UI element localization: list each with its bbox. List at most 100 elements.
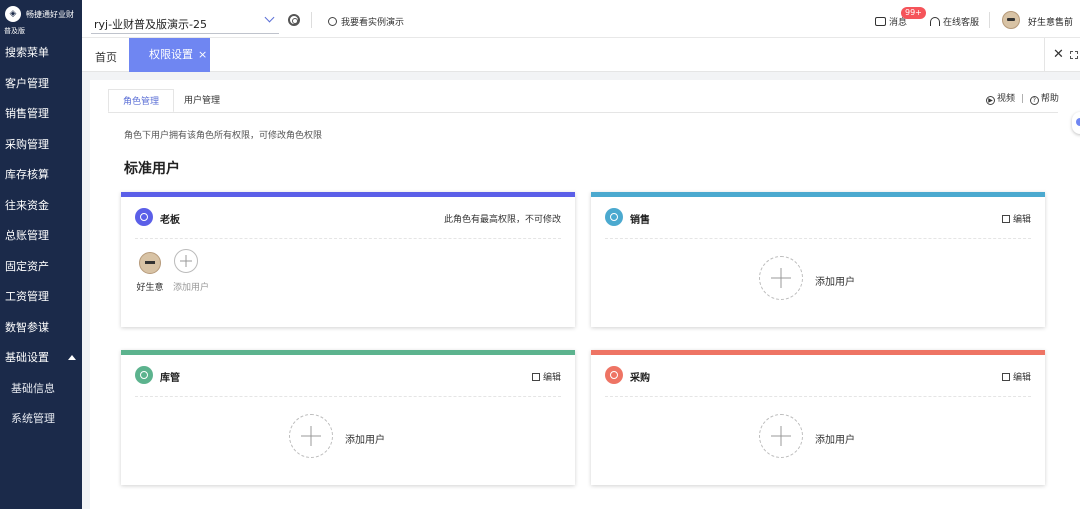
edit-label: 编辑	[1012, 373, 1031, 383]
card-accent-bar	[591, 192, 1045, 197]
gear-icon[interactable]	[288, 14, 300, 26]
card-header: 采购 编辑	[605, 366, 1031, 386]
edit-label: 编辑	[542, 373, 561, 383]
edit-label: 编辑	[1012, 215, 1031, 225]
sidebar-item-funds[interactable]: 往来资金	[0, 191, 82, 222]
headset-icon	[930, 17, 940, 26]
add-user-label: 添加用户	[815, 277, 855, 288]
sidebar-item-payroll[interactable]: 工资管理	[0, 282, 82, 313]
tabbar-actions: ✕	[1044, 38, 1080, 72]
card-header: 老板 此角色有最高权限，不可修改	[135, 208, 561, 228]
user-name: 好生意	[136, 283, 164, 293]
role-name: 库管	[160, 373, 180, 384]
card-accent-bar	[591, 350, 1045, 355]
divider	[605, 238, 1031, 239]
help-links: ▶ 视频 | ? 帮助	[986, 91, 1059, 105]
role-card-purchase: 采购 编辑 添加用户	[591, 350, 1045, 485]
role-name: 采购	[630, 373, 650, 384]
add-user-label: 添加用户	[173, 283, 210, 293]
sidebar: ◈ 畅捷通好业财 普及版 搜索菜单 客户管理 销售管理 采购管理 库存核算 往来…	[0, 0, 82, 509]
messages-label: 消息	[889, 18, 908, 28]
separator: |	[1020, 94, 1024, 104]
floating-assistant-button[interactable]	[1072, 112, 1080, 134]
plus-icon	[759, 414, 803, 458]
topbar: ryj-业财普及版演示-25 我要看实例演示 消息 99+ 在线客服 好生意售前	[82, 0, 1080, 38]
card-accent-bar	[121, 192, 575, 197]
edit-button[interactable]: 编辑	[1001, 370, 1031, 383]
plus-icon	[174, 249, 198, 273]
edit-button[interactable]: 编辑	[531, 370, 561, 383]
tab-home[interactable]: 首页	[95, 49, 117, 65]
planet-icon	[328, 17, 337, 26]
notice-text: 角色下用户拥有该角色所有权限，可修改角色权限	[124, 131, 323, 141]
role-card-sales: 销售 编辑 添加用户	[591, 192, 1045, 327]
fullscreen-icon[interactable]	[1070, 51, 1078, 59]
edit-icon	[1001, 373, 1010, 381]
plus-icon	[759, 256, 803, 300]
role-note: 此角色有最高权限，不可修改	[443, 215, 561, 225]
support-button[interactable]: 在线客服	[930, 15, 979, 28]
close-all-icon[interactable]: ✕	[1053, 47, 1064, 62]
role-name: 老板	[160, 215, 180, 226]
add-user-label: 添加用户	[815, 435, 855, 446]
divider	[135, 396, 561, 397]
brand-name: 畅捷通好业财	[26, 10, 74, 19]
divider	[989, 12, 990, 28]
sidebar-item-basic-settings[interactable]: 基础设置	[0, 343, 82, 374]
sidebar-item-insights[interactable]: 数智参谋	[0, 313, 82, 344]
messages-badge: 99+	[901, 7, 926, 19]
divider	[135, 238, 561, 239]
section-title: 标准用户	[124, 161, 180, 177]
purchase-icon	[605, 366, 623, 384]
role-card-warehouse: 库管 编辑 添加用户	[121, 350, 575, 485]
brand-edition: 普及版	[4, 27, 25, 35]
account-select[interactable]: ryj-业财普及版演示-25	[91, 10, 279, 34]
subtab-user-management[interactable]: 用户管理	[184, 89, 220, 113]
divider	[605, 396, 1031, 397]
card-header: 销售 编辑	[605, 208, 1031, 228]
sidebar-item-purchase[interactable]: 采购管理	[0, 130, 82, 161]
subtab-role-management[interactable]: 角色管理	[108, 89, 174, 113]
account-select-value: ryj-业财普及版演示-25	[94, 18, 208, 31]
edit-icon	[1001, 215, 1010, 223]
help-link[interactable]: ? 帮助	[1029, 94, 1059, 105]
edit-icon	[531, 373, 540, 381]
video-label: 视频	[997, 94, 1016, 104]
question-icon: ?	[1029, 96, 1039, 105]
close-icon[interactable]: ×	[198, 48, 207, 61]
sidebar-subitem-basic-info[interactable]: 基础信息	[0, 374, 82, 405]
message-icon	[875, 17, 886, 26]
tab-permission-settings[interactable]: 权限设置 ×	[129, 38, 210, 72]
sales-icon	[605, 208, 623, 226]
card-accent-bar	[121, 350, 575, 355]
sidebar-item-fixed-assets[interactable]: 固定资产	[0, 252, 82, 283]
role-card-boss: 老板 此角色有最高权限，不可修改 好生意 添加用户	[121, 192, 575, 327]
card-header: 库管 编辑	[135, 366, 561, 386]
sidebar-item-sales[interactable]: 销售管理	[0, 99, 82, 130]
divider	[311, 12, 312, 28]
sidebar-item-ledger[interactable]: 总账管理	[0, 221, 82, 252]
user-icon	[135, 208, 153, 226]
add-user-label: 添加用户	[345, 435, 385, 446]
cart-icon	[135, 366, 153, 384]
sidebar-item-customer[interactable]: 客户管理	[0, 69, 82, 100]
video-link[interactable]: ▶ 视频	[986, 94, 1016, 105]
main-panel: 角色管理 用户管理 ▶ 视频 | ? 帮助 角色下用户拥有该角色所有权限，可修改角色…	[90, 80, 1080, 509]
play-icon: ▶	[986, 96, 995, 105]
username[interactable]: 好生意售前	[1028, 15, 1073, 28]
sidebar-item-inventory[interactable]: 库存核算	[0, 160, 82, 191]
add-user-button[interactable]: 添加用户	[173, 249, 210, 293]
sidebar-item-search-menu[interactable]: 搜索菜单	[0, 38, 82, 69]
logo-icon: ◈	[5, 6, 21, 22]
edit-button[interactable]: 编辑	[1001, 212, 1031, 225]
tab-label: 权限设置	[149, 48, 193, 61]
tabbar: 首页 权限设置 × ✕	[82, 38, 1080, 72]
logo: ◈ 畅捷通好业财 普及版	[0, 0, 82, 38]
divider	[108, 112, 1058, 113]
plus-icon	[289, 414, 333, 458]
role-name: 销售	[630, 215, 650, 226]
role-user[interactable]: 好生意	[135, 252, 165, 293]
sidebar-subitem-system[interactable]: 系统管理	[0, 404, 82, 435]
avatar[interactable]	[1002, 11, 1020, 29]
demo-link[interactable]: 我要看实例演示	[328, 15, 404, 28]
